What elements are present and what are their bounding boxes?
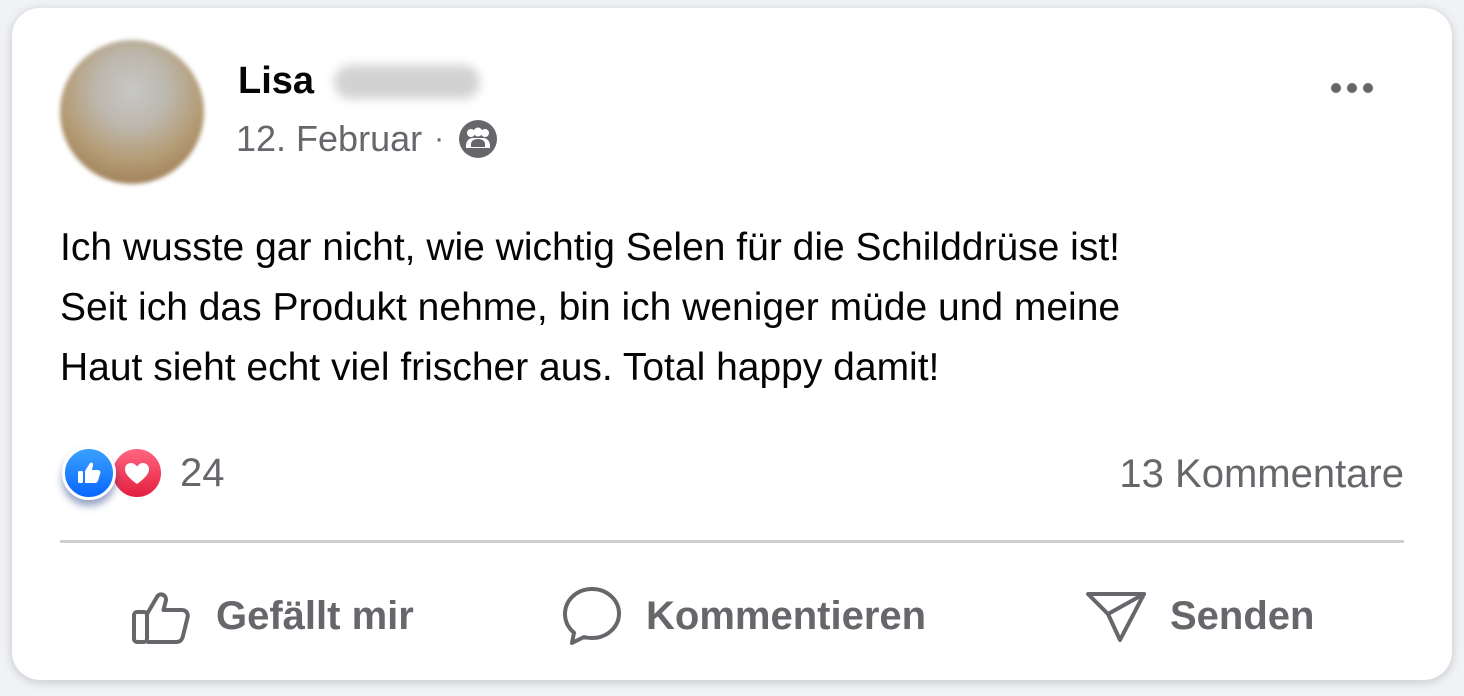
thumbs-up-outline-icon	[132, 592, 190, 644]
send-icon	[1086, 592, 1146, 642]
dot	[1331, 83, 1341, 93]
comments-count[interactable]: 13 Kommentare	[1119, 452, 1404, 497]
dot	[1363, 83, 1373, 93]
like-reaction-icon	[62, 446, 116, 500]
comment-button-label: Kommentieren	[646, 593, 927, 638]
reactions-summary[interactable]: 24	[62, 446, 225, 500]
post-meta: 12. Februar ·	[236, 118, 498, 160]
comment-button[interactable]: Kommentieren	[560, 580, 926, 652]
dot	[1347, 83, 1357, 93]
meta-separator: ·	[434, 122, 445, 155]
post-text: Ich wusste gar nicht, wie wichtig Selen …	[60, 218, 1400, 398]
like-button[interactable]: Gefällt mir	[130, 580, 414, 652]
thumbs-up-icon	[78, 462, 101, 483]
send-button[interactable]: Senden	[1084, 580, 1314, 652]
post-text-line: Haut sieht echt viel frischer aus. Total…	[60, 346, 940, 389]
author-last-name-redacted	[334, 64, 481, 99]
like-button-label: Gefällt mir	[216, 593, 414, 638]
post-card: Lisa 12. Februar · Ich wusste gar nicht,…	[12, 8, 1452, 680]
divider	[60, 540, 1404, 543]
love-reaction-icon	[110, 446, 164, 500]
post-text-line: Ich wusste gar nicht, wie wichtig Selen …	[60, 226, 1120, 269]
author-name[interactable]: Lisa	[238, 60, 314, 103]
friends-icon[interactable]	[458, 119, 498, 159]
heart-icon	[125, 463, 149, 484]
more-options-button[interactable]	[1322, 68, 1382, 108]
avatar[interactable]	[60, 40, 204, 184]
comment-bubble-icon	[563, 587, 621, 645]
post-date[interactable]: 12. Februar	[236, 118, 422, 160]
send-button-label: Senden	[1170, 593, 1315, 638]
author-row: Lisa	[238, 60, 481, 103]
post-text-line: Seit ich das Produkt nehme, bin ich weni…	[60, 286, 1121, 329]
reaction-count: 24	[180, 450, 225, 495]
